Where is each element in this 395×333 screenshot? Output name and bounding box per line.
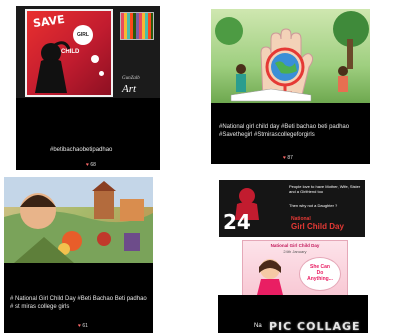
- bottom-strip-text: Na: [254, 323, 262, 329]
- post-card-2[interactable]: #National girl child day #Beti bachao be…: [211, 9, 370, 164]
- post-card-1[interactable]: SAVE GIRL CHILD GunZalb Art #betibachaob…: [16, 6, 160, 170]
- post-card-4[interactable]: 24 People love to have Mother, Wife, Sis…: [214, 177, 372, 333]
- post-caption-2: #National girl child day #Beti bachao be…: [219, 124, 350, 138]
- post-image-1[interactable]: SAVE GIRL CHILD GunZalb Art: [16, 6, 160, 98]
- save-text: SAVE: [32, 12, 66, 31]
- painting-canvas: SAVE GIRL CHILD: [25, 9, 113, 97]
- like-count-value: 87: [287, 155, 293, 161]
- card-title: National Girl Child Day: [270, 243, 320, 248]
- art-label: Art: [122, 83, 137, 95]
- post-caption-1: #betibachaobetipadhao: [50, 147, 113, 153]
- bubble-dot: [91, 55, 99, 63]
- hand-with-globe-illustration: [215, 11, 369, 102]
- post-caption-3: # National Girl Child Day #Beti Bachao B…: [10, 296, 147, 310]
- cartoon-girl-icon: [257, 259, 283, 295]
- like-count-value: 68: [90, 162, 96, 168]
- heart-icon[interactable]: ♥: [283, 155, 286, 161]
- speech-bubble-text: She Can Do Anything...: [307, 264, 333, 282]
- heart-icon[interactable]: ♥: [78, 323, 81, 329]
- artist-signature: GunZalb: [122, 76, 140, 81]
- speech-bubble: She Can Do Anything...: [299, 257, 341, 291]
- heart-icon[interactable]: ♥: [86, 162, 89, 168]
- poster-number: 24: [223, 210, 251, 234]
- watermark-text: PIC COLLAGE: [269, 320, 361, 333]
- post-image-3[interactable]: [4, 177, 153, 263]
- post-card-3[interactable]: # National Girl Child Day #Beti Bachao B…: [4, 177, 153, 333]
- poster-she-can[interactable]: National Girl Child Day 24th January She…: [242, 240, 348, 297]
- like-count-3[interactable]: ♥ 61: [78, 323, 88, 329]
- like-count-1[interactable]: ♥ 68: [86, 162, 96, 168]
- poster-daughter[interactable]: 24 People love to have Mother, Wife, Sis…: [219, 180, 365, 237]
- like-count-value: 61: [82, 323, 88, 329]
- like-count-2[interactable]: ♥ 87: [283, 155, 293, 161]
- card-date: 24th January: [283, 249, 307, 254]
- girl-silhouette-illustration: [35, 41, 71, 93]
- post-image-2[interactable]: [211, 9, 370, 103]
- poster-title-2: Girl Child Day: [291, 222, 344, 231]
- poster-top-text: People love to have Mother, Wife, Sister…: [289, 184, 361, 194]
- village-painting-illustration: [4, 177, 153, 263]
- pastel-box: [120, 12, 154, 40]
- bubble-dot: [99, 71, 104, 76]
- poster-mid-text: Then why not a Daughter ?: [289, 203, 338, 208]
